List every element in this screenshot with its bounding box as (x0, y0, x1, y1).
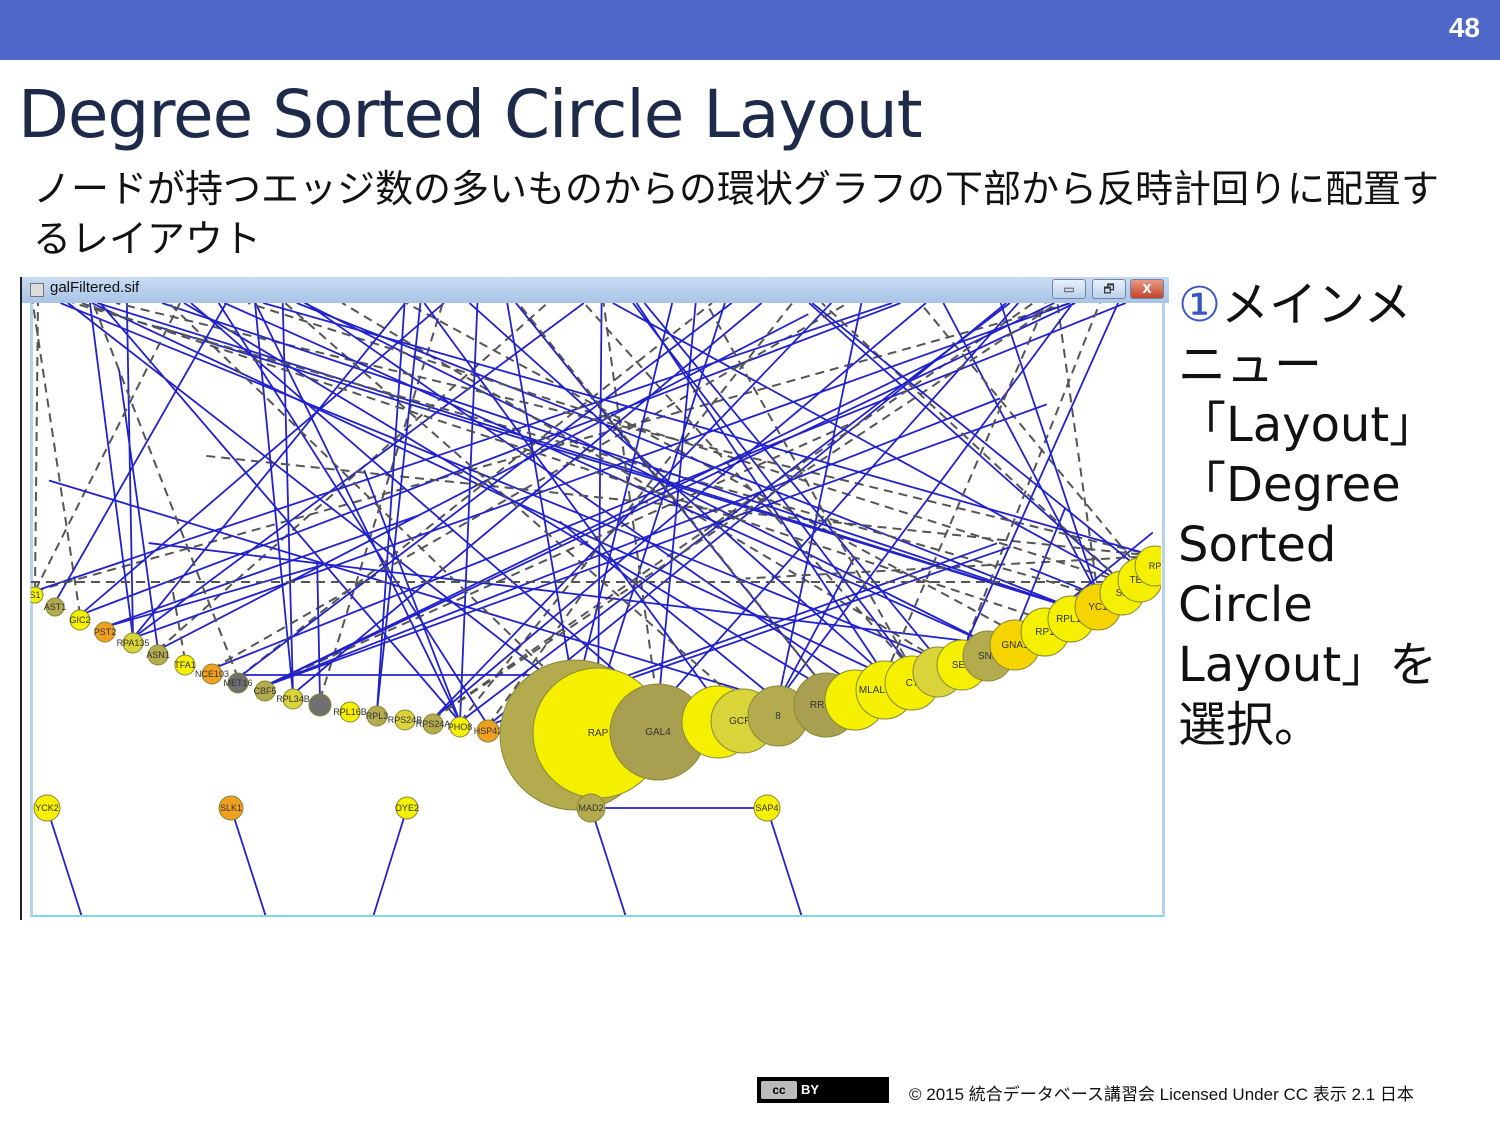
node-label: GAL4 (645, 727, 671, 738)
node-label: SLK1 (220, 803, 242, 813)
edge (372, 807, 408, 915)
step-marker: ① (1178, 277, 1222, 333)
node-label: RPL16B (333, 707, 367, 717)
edge (316, 563, 321, 700)
dashed-edge (919, 303, 1141, 570)
copyright-text: © 2015 統合データベース講習会 Licensed Under CC 表示 … (909, 1085, 1414, 1104)
edge (148, 542, 989, 645)
node-label: S1 (29, 590, 40, 600)
edge (999, 303, 1099, 596)
node-label: YCK2 (35, 803, 59, 813)
edge (777, 303, 863, 702)
edge (79, 303, 901, 616)
edge (264, 403, 1047, 687)
dashed-edge (1056, 303, 1099, 596)
node-label: MET16 (223, 678, 252, 688)
dashed-edge (34, 303, 39, 592)
node-label: OYE2 (395, 803, 419, 813)
instruction-line: メインメ (1221, 277, 1412, 333)
instruction-line: Layout」を (1178, 637, 1438, 693)
instruction-line: Sorted (1178, 517, 1337, 573)
instruction-line: 「Degree (1178, 457, 1401, 513)
dashed-edge (405, 303, 1016, 634)
node-label: ASN1 (146, 650, 170, 660)
edge (597, 303, 603, 701)
dashed-edge (168, 303, 576, 699)
instruction-line: Circle (1178, 577, 1313, 633)
instruction-text: ①メインメ ニュー 「Layout」 「Degree Sorted Circle… (1178, 275, 1478, 755)
node-label: AST1 (44, 602, 67, 612)
node-label: PHO8 (448, 722, 473, 732)
node-label: RPL34B (276, 694, 310, 704)
edge (766, 807, 803, 915)
edge (230, 807, 267, 915)
node-label: RPL3 (366, 711, 389, 721)
dashed-edge (31, 303, 81, 616)
cc-icon: cc (761, 1081, 797, 1099)
node-label: RPS24A (416, 719, 451, 729)
edge (296, 303, 1072, 609)
node-label: SAP4 (755, 803, 778, 813)
instruction-line: 「Layout」 (1178, 397, 1438, 453)
edge (942, 303, 1099, 596)
edge (292, 303, 763, 695)
node-label: RPA135 (117, 638, 150, 648)
node-label: 8 (775, 711, 781, 722)
edge (46, 807, 83, 915)
node-label: TFA1 (174, 660, 196, 670)
edge (590, 807, 627, 915)
edge (459, 303, 479, 723)
cc-by-badge: cc BY (757, 1077, 889, 1103)
edge (54, 303, 227, 603)
by-label: BY (801, 1082, 820, 1097)
node-label: MAD2 (578, 803, 603, 813)
edge (104, 563, 328, 628)
node-label: RAP (588, 728, 609, 739)
edge (376, 303, 406, 712)
node-label: PST2 (94, 627, 117, 637)
graph-node[interactable] (308, 693, 332, 717)
node-label: CBF5 (253, 686, 276, 696)
instruction-line: 選択。 (1178, 697, 1323, 753)
node-label: GIC2 (69, 615, 90, 625)
instruction-line: ニュー (1178, 337, 1323, 393)
node-label: HSP42 (474, 726, 503, 736)
node-label: RP (1149, 561, 1162, 571)
